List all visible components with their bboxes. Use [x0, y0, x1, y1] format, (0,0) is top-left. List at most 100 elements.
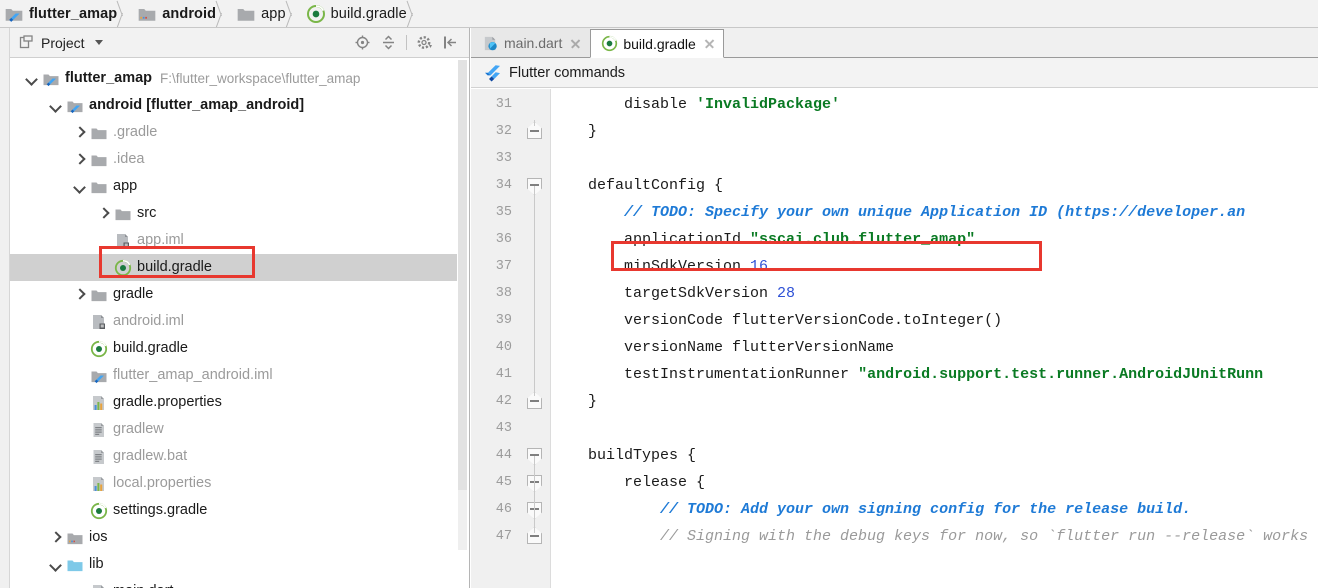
settings-gear-icon[interactable]: [416, 34, 433, 51]
close-icon[interactable]: [569, 37, 582, 50]
tree-row[interactable]: gradlew.bat: [10, 443, 457, 470]
tree-row[interactable]: main.dart: [10, 578, 457, 588]
folder-icon: [90, 124, 108, 142]
collapse-all-icon[interactable]: [380, 34, 397, 51]
project-view-icon: [18, 34, 35, 51]
code-content[interactable]: disable 'InvalidPackage' } defaultConfig…: [552, 89, 1318, 588]
flutter-logo-icon: [483, 64, 501, 82]
code-line[interactable]: release {: [552, 469, 1318, 496]
tree-item-label: settings.gradle: [113, 502, 208, 519]
code-line[interactable]: targetSdkVersion 28: [552, 280, 1318, 307]
code-line[interactable]: testInstrumentationRunner "android.suppo…: [552, 361, 1318, 388]
chevron-right-icon[interactable]: [72, 287, 88, 303]
code-token-string: "android.support.test.runner.AndroidJUni…: [858, 366, 1264, 383]
code-line[interactable]: }: [552, 118, 1318, 145]
locate-icon[interactable]: [354, 34, 371, 51]
chevron-down-icon[interactable]: [48, 98, 64, 114]
tree-item-label: ios: [89, 529, 108, 546]
code-editor[interactable]: 31 32 33 34 35 36 37 38 39 40 41 42 43 44 45 46 47 disab…: [471, 89, 1318, 588]
flutter-module-icon: [66, 97, 84, 115]
project-tree[interactable]: flutter_amap F:\flutter_workspace\flutter…: [10, 59, 457, 588]
tree-row[interactable]: settings.gradle: [10, 497, 457, 524]
tree-row[interactable]: lib: [10, 551, 457, 578]
editor-tab-build-gradle[interactable]: build.gradle: [590, 29, 724, 58]
flutter-commands-bar[interactable]: Flutter commands: [471, 58, 1318, 88]
code-line[interactable]: disable 'InvalidPackage': [552, 91, 1318, 118]
line-number: 45: [495, 475, 512, 490]
chevron-right-icon[interactable]: [48, 530, 64, 546]
project-tree-scrollbar[interactable]: [458, 60, 467, 550]
close-icon[interactable]: [703, 37, 716, 50]
code-token-comment: // Signing with the debug keys for now, …: [552, 528, 1309, 545]
breadcrumb-item-label: flutter_amap: [29, 5, 118, 22]
flutter-module-icon: [42, 70, 60, 88]
code-token-plain: }: [552, 393, 598, 410]
breadcrumb-item-android[interactable]: android: [133, 0, 218, 27]
code-token-plain: applicationId: [552, 231, 751, 248]
fold-gutter[interactable]: [518, 89, 551, 588]
fold-marker[interactable]: [527, 392, 542, 409]
tree-row[interactable]: .gradle: [10, 119, 457, 146]
iml-icon: [114, 232, 132, 250]
code-line[interactable]: // TODO: Specify your own unique Applica…: [552, 199, 1318, 226]
code-line[interactable]: minSdkVersion 16: [552, 253, 1318, 280]
chevron-down-icon[interactable]: [24, 71, 40, 87]
code-token-plain: versionName flutterVersionName: [552, 339, 895, 356]
flutter-module-icon: [90, 367, 108, 385]
tree-row[interactable]: gradlew: [10, 416, 457, 443]
left-toolwindow-strip[interactable]: [0, 28, 10, 588]
gradle-icon: [114, 259, 132, 277]
breadcrumb-item-app[interactable]: app: [232, 0, 288, 27]
properties-icon: [90, 475, 108, 493]
code-line[interactable]: }: [552, 388, 1318, 415]
hide-panel-icon[interactable]: [442, 34, 459, 51]
tree-row-selected[interactable]: build.gradle: [10, 254, 457, 281]
code-line[interactable]: buildTypes {: [552, 442, 1318, 469]
chevron-right-icon[interactable]: [72, 125, 88, 141]
editor-area: main.dart build.gradle Flutter commands 3…: [471, 28, 1318, 588]
tree-row[interactable]: .idea: [10, 146, 457, 173]
fold-guide-line: [534, 456, 535, 533]
code-line[interactable]: defaultConfig {: [552, 172, 1318, 199]
chevron-down-icon[interactable]: [48, 557, 64, 573]
editor-tab-main-dart[interactable]: main.dart: [471, 28, 591, 57]
line-number: 47: [495, 529, 512, 544]
breadcrumb-item-flutter-amap[interactable]: flutter_amap: [0, 0, 119, 27]
tree-row[interactable]: flutter_amap_android.iml: [10, 362, 457, 389]
tree-row[interactable]: build.gradle: [10, 335, 457, 362]
tree-row[interactable]: gradle.properties: [10, 389, 457, 416]
tree-row[interactable]: android.iml: [10, 308, 457, 335]
chevron-right-icon[interactable]: [96, 206, 112, 222]
breadcrumb-item-build-gradle[interactable]: build.gradle: [302, 0, 409, 27]
code-line[interactable]: // Signing with the debug keys for now, …: [552, 523, 1318, 550]
tree-row[interactable]: local.properties: [10, 470, 457, 497]
scrollbar-thumb[interactable]: [458, 60, 467, 490]
tree-item-path: F:\flutter_workspace\flutter_amap: [160, 71, 361, 86]
breadcrumb-item-label: build.gradle: [330, 5, 407, 22]
tree-item-label: gradle: [113, 286, 154, 303]
fold-marker[interactable]: [527, 122, 542, 139]
code-line[interactable]: [552, 145, 1318, 172]
tree-row[interactable]: ios: [10, 524, 457, 551]
tree-row[interactable]: gradle: [10, 281, 457, 308]
chevron-down-icon[interactable]: [94, 40, 103, 45]
chevron-right-icon[interactable]: [72, 152, 88, 168]
tree-row[interactable]: android [flutter_amap_android]: [10, 92, 457, 119]
dart-icon: [90, 583, 108, 588]
tree-row[interactable]: app.iml: [10, 227, 457, 254]
code-line[interactable]: versionCode flutterVersionCode.toInteger…: [552, 307, 1318, 334]
tree-row[interactable]: flutter_amap F:\flutter_workspace\flutter…: [10, 65, 457, 92]
tree-row[interactable]: app: [10, 173, 457, 200]
tree-row[interactable]: src: [10, 200, 457, 227]
line-number: 36: [495, 232, 512, 247]
code-line[interactable]: versionName flutterVersionName: [552, 334, 1318, 361]
code-line[interactable]: // TODO: Add your own signing config for…: [552, 496, 1318, 523]
code-line[interactable]: applicationId "sscai.club.flutter_amap": [552, 226, 1318, 253]
project-panel-title: Project: [41, 34, 85, 51]
chevron-down-icon[interactable]: [72, 179, 88, 195]
editor-tab-label: main.dart: [504, 35, 563, 51]
code-line[interactable]: [552, 415, 1318, 442]
